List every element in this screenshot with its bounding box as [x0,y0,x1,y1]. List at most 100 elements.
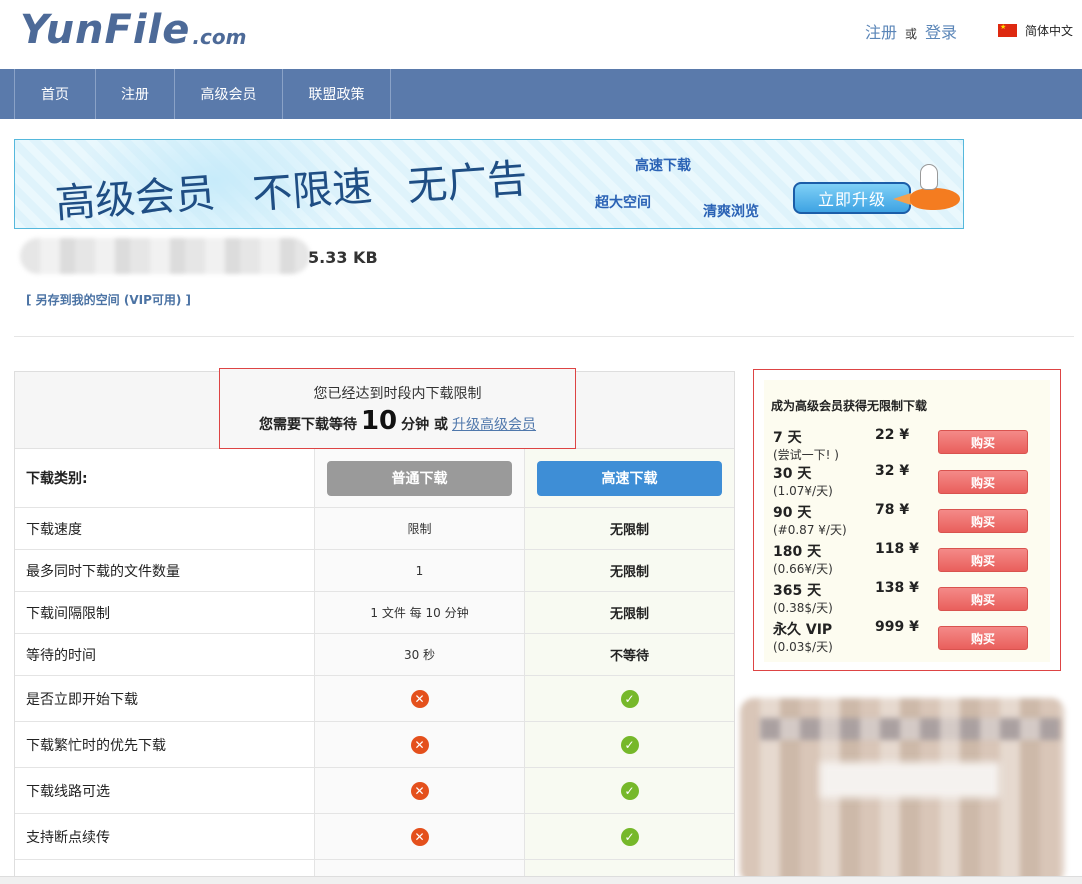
plan-duration: 7 天 [773,430,802,446]
save-to-space-link[interactable]: [ 另存到我的空间 (VIP可用) ] [26,291,191,308]
banner-text-noads: 无广告 [405,155,529,211]
plan-duration: 365 天 [773,583,822,599]
check-icon: ✓ [620,827,639,846]
pricing-title: 成为高级会员获得无限制下载 [771,399,928,413]
row-label: 支持断点续传 [15,814,315,859]
table-row: 下载间隔限制 1 文件 每 10 分钟 无限制 [15,592,734,634]
normal-cell: 普通下载 [315,449,525,507]
download-limit-notice: 您已经达到时段内下载限制 您需要下载等待 10 分钟 或 升级高级会员 [219,368,576,449]
site-logo[interactable]: YunFile .com [20,6,246,50]
china-flag-icon [998,24,1017,37]
plan-30-days: 30 天 (1.07¥/天) 32 ¥ 购买 [773,463,1043,499]
upgrade-premium-link[interactable]: 升级高级会员 [452,414,536,434]
row-label: 最多同时下载的文件数量 [15,550,315,591]
plan-365-days: 365 天 (0.38$/天) 138 ¥ 购买 [773,580,1043,616]
buy-button[interactable]: 购买 [938,430,1028,454]
check-icon: ✓ [620,735,639,754]
check-icon: ✓ [620,781,639,800]
buy-button[interactable]: 购买 [938,509,1028,533]
buy-button[interactable]: 购买 [938,587,1028,611]
download-comparison-table: 您已经达到时段内下载限制 您需要下载等待 10 分钟 或 升级高级会员 下载类别… [14,368,735,884]
plan-price: 32 ¥ [875,463,910,479]
normal-value: ✕ [315,768,525,813]
notice-wait-unit: 分钟 或 [401,417,449,433]
plan-subtext: (0.66¥/天) [773,562,833,576]
fast-value: ✓ [525,722,734,767]
buy-button[interactable]: 购买 [938,548,1028,572]
plan-7-days: 7 天 (尝试一下! ) 22 ¥ 购买 [773,427,1043,463]
normal-value: 1 [315,550,525,591]
banner-feature-speed: 高速下载 [635,158,691,174]
blurred-ad-strip [820,762,1000,798]
language-selector[interactable]: 简体中文 [998,22,1073,39]
fast-download-button[interactable]: 高速下载 [537,460,722,496]
carrot-icon [910,188,960,210]
fast-value: ✓ [525,676,734,721]
file-size: 5.33 KB [308,248,378,267]
fast-cell: 高速下载 [525,449,734,507]
plan-price: 118 ¥ [875,541,919,557]
normal-value: 1 文件 每 10 分钟 [315,592,525,633]
table-row: 最多同时下载的文件数量 1 无限制 [15,550,734,592]
language-label: 简体中文 [1025,24,1074,38]
normal-value: ✕ [315,814,525,859]
or-text: 或 [905,27,918,41]
category-row: 下载类别: 普通下载 高速下载 [15,449,734,508]
row-label: 下载间隔限制 [15,592,315,633]
browser-status-bar [0,876,1082,884]
main-nav: 首页 注册 高级会员 联盟政策 [0,69,1082,119]
table-row: 下载速度 限制 无限制 [15,508,734,550]
normal-value: 限制 [315,508,525,549]
notice-line1: 您已经达到时段内下载限制 [313,386,482,402]
notice-line2: 您需要下载等待 10 分钟 或 升级高级会员 [220,406,575,436]
nav-item-home[interactable]: 首页 [15,69,96,119]
normal-download-button[interactable]: 普通下载 [327,460,512,496]
pricing-inner: 成为高级会员获得无限制下载 7 天 (尝试一下! ) 22 ¥ 购买 30 天 … [764,380,1050,662]
plan-price: 78 ¥ [875,502,910,518]
row-label: 等待的时间 [15,634,315,675]
check-icon: ✓ [620,689,639,708]
plan-price: 22 ¥ [875,427,910,443]
row-label: 下载线路可选 [15,768,315,813]
banner-text-premium: 高级会员 [53,170,217,228]
plan-180-days: 180 天 (0.66¥/天) 118 ¥ 购买 [773,541,1043,577]
x-icon: ✕ [410,827,429,846]
table-row: 下载线路可选 ✕ ✓ [15,768,734,814]
plan-duration: 永久 VIP [773,622,833,638]
table-row: 是否立即开始下载 ✕ ✓ [15,676,734,722]
buy-button[interactable]: 购买 [938,470,1028,494]
nav-item-premium[interactable]: 高级会员 [175,69,283,119]
banner-text-unlimited: 不限速 [250,163,374,219]
row-label: 下载速度 [15,508,315,549]
row-label: 下载繁忙时的优先下载 [15,722,315,767]
logo-suffix: .com [192,25,247,49]
nav-item-register[interactable]: 注册 [96,69,175,119]
premium-pricing-box: 成为高级会员获得无限制下载 7 天 (尝试一下! ) 22 ¥ 购买 30 天 … [753,369,1061,671]
category-label: 下载类别: [15,449,315,507]
table-row: 支持断点续传 ✕ ✓ [15,814,734,860]
nav-item-affiliate[interactable]: 联盟政策 [283,69,391,119]
x-icon: ✕ [410,781,429,800]
premium-banner[interactable]: 高级会员 不限速 无广告 高速下载 超大空间 清爽浏览 立即升级 [14,139,964,229]
normal-value: 30 秒 [315,634,525,675]
row-label: 是否立即开始下载 [15,676,315,721]
auth-links: 注册 或 登录 [865,19,957,43]
plan-price: 138 ¥ [875,580,919,596]
login-link[interactable]: 登录 [925,19,957,43]
nav-items: 首页 注册 高级会员 联盟政策 [14,69,391,119]
notice-wait-prefix: 您需要下载等待 [258,417,357,433]
plan-subtext: (1.07¥/天) [773,484,833,498]
x-icon: ✕ [410,689,429,708]
carrot-tip-icon [893,193,911,205]
buy-button[interactable]: 购买 [938,626,1028,650]
plan-subtext: (尝试一下! ) [773,448,839,462]
fast-value: ✓ [525,768,734,813]
bunny-icon [920,164,938,190]
register-link[interactable]: 注册 [865,19,897,43]
plan-lifetime: 永久 VIP (0.03$/天) 999 ¥ 购买 [773,619,1043,655]
plan-duration: 180 天 [773,544,822,560]
banner-feature-space: 超大空间 [595,195,651,211]
normal-value: ✕ [315,676,525,721]
x-icon: ✕ [410,735,429,754]
fast-value: ✓ [525,814,734,859]
